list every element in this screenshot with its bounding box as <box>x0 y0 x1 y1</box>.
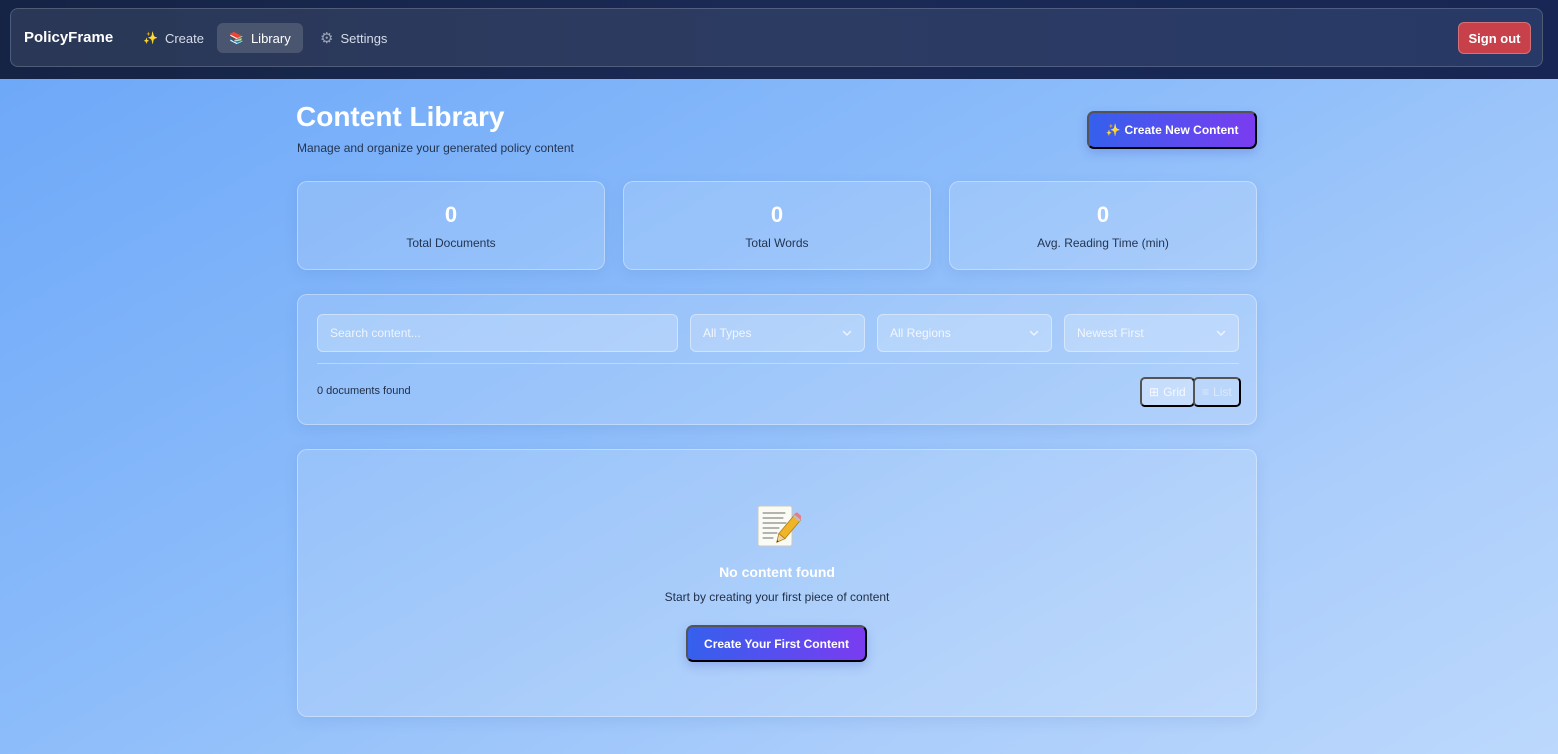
create-new-content-button[interactable]: ✨ Create New Content <box>1087 111 1257 149</box>
type-filter-select[interactable]: All Types <box>690 314 865 352</box>
stat-card-avg-reading-time: 0 Avg. Reading Time (min) <box>949 181 1257 270</box>
stat-value: 0 <box>770 202 784 227</box>
brand-logo-text[interactable]: PolicyFrame <box>24 9 113 66</box>
nav-item-create[interactable]: ✨ Create <box>131 23 216 53</box>
stat-label: Avg. Reading Time (min) <box>1037 236 1169 250</box>
top-bar: PolicyFrame ✨ Create 📚 Library ⚙ Setting… <box>0 0 1558 79</box>
empty-state-title: No content found <box>719 564 835 580</box>
nav-item-label: Library <box>250 30 291 46</box>
stat-value: 0 <box>444 202 458 227</box>
select-value: All Regions <box>890 326 951 340</box>
stat-card-total-documents: 0 Total Documents <box>297 181 605 270</box>
page-title: Content Library <box>296 101 505 132</box>
select-value: All Types <box>703 326 752 340</box>
gear-icon: ⚙ <box>320 30 334 47</box>
books-icon: 📚 <box>229 31 244 45</box>
filter-panel: All Types All Regions Newest First 0 doc… <box>297 294 1257 425</box>
stat-card-total-words: 0 Total Words <box>623 181 931 270</box>
grid-icon: ⊞ <box>1149 385 1160 399</box>
empty-state-description: Start by creating your first piece of co… <box>664 590 890 604</box>
region-filter-select[interactable]: All Regions <box>877 314 1052 352</box>
search-input[interactable] <box>317 314 678 352</box>
memo-icon <box>757 505 801 547</box>
nav-item-label: Settings <box>340 30 388 46</box>
stat-label: Total Documents <box>406 236 496 250</box>
view-list-label: List <box>1213 385 1232 399</box>
sign-out-button[interactable]: Sign out <box>1458 22 1531 54</box>
chevron-down-icon <box>1029 330 1039 336</box>
page-subtitle: Manage and organize your generated polic… <box>297 141 574 155</box>
create-new-content-label: Create New Content <box>1124 123 1239 137</box>
chevron-down-icon <box>842 330 852 336</box>
stat-label: Total Words <box>745 236 809 250</box>
view-grid-button[interactable]: ⊞ Grid <box>1140 377 1195 407</box>
nav-item-library[interactable]: 📚 Library <box>217 23 303 53</box>
main-navbar: PolicyFrame ✨ Create 📚 Library ⚙ Setting… <box>10 8 1543 67</box>
nav-item-label: Create <box>164 30 204 46</box>
list-icon: ≡ <box>1202 385 1210 399</box>
divider <box>317 363 1239 364</box>
sparkles-icon: ✨ <box>1105 123 1121 137</box>
sort-select[interactable]: Newest First <box>1064 314 1239 352</box>
view-list-button[interactable]: ≡ List <box>1193 377 1241 407</box>
nav-item-settings[interactable]: ⚙ Settings <box>308 23 399 53</box>
create-first-content-button[interactable]: Create Your First Content <box>686 625 867 662</box>
sparkles-icon: ✨ <box>143 31 158 45</box>
view-grid-label: Grid <box>1163 385 1186 399</box>
document-count: 0 documents found <box>317 385 411 397</box>
select-value: Newest First <box>1077 326 1144 340</box>
empty-state-panel: No content found Start by creating your … <box>297 449 1257 717</box>
chevron-down-icon <box>1216 330 1226 336</box>
stat-value: 0 <box>1096 202 1110 227</box>
